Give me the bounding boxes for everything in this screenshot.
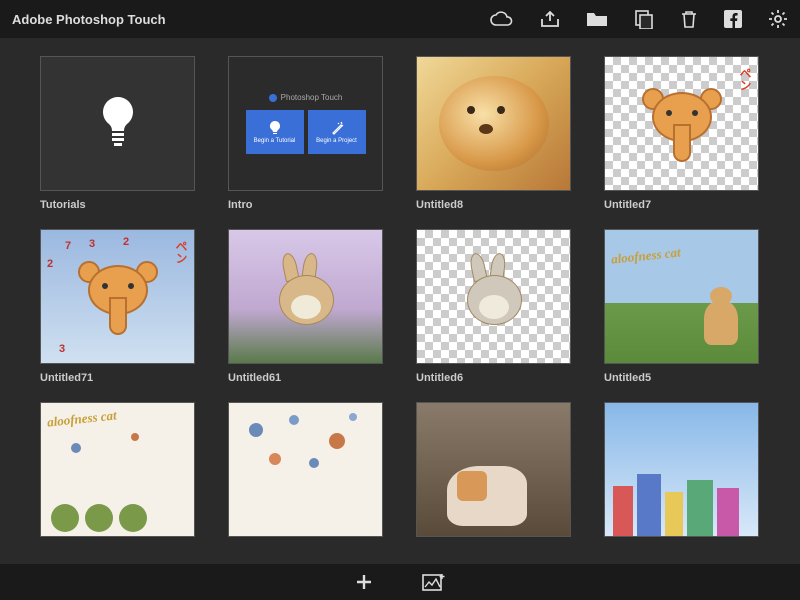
cat-graphic — [447, 466, 527, 526]
project-thumbnail[interactable]: aloofness cat — [40, 402, 195, 537]
project-thumbnail[interactable] — [604, 402, 759, 537]
settings-icon[interactable] — [768, 9, 788, 29]
project-thumbnail[interactable] — [228, 229, 383, 364]
lightbulb-icon — [93, 93, 143, 155]
project-thumbnail[interactable]: ペン — [604, 56, 759, 191]
bottom-toolbar — [0, 564, 800, 600]
project-untitled5: aloofness cat Untitled5 — [604, 229, 760, 384]
project-tutorials: Tutorials — [40, 56, 196, 211]
overlay-text: aloofness cat — [610, 244, 681, 267]
project-untitled7: ペン Untitled7 — [604, 56, 760, 211]
wand-icon — [330, 120, 344, 136]
intro-buttons: Begin a Tutorial Begin a Project — [246, 110, 366, 154]
project-row3-1: aloofness cat — [40, 402, 196, 537]
header-toolbar — [490, 9, 788, 29]
duplicate-icon[interactable] — [634, 9, 654, 29]
new-image-icon[interactable] — [422, 572, 446, 592]
add-icon[interactable] — [354, 572, 374, 592]
bunny-graphic — [261, 257, 351, 337]
project-label: Untitled6 — [416, 372, 572, 384]
bunny-graphic — [449, 257, 539, 337]
overlay-text: ペン — [173, 240, 190, 264]
project-thumbnail[interactable]: 2 7 3 2 3 ペン — [40, 229, 195, 364]
project-label: Untitled61 — [228, 372, 384, 384]
begin-project-button[interactable]: Begin a Project — [308, 110, 366, 154]
delete-icon[interactable] — [680, 9, 698, 29]
intro-thumbnail[interactable]: Photoshop Touch Begin a Tutorial Begin a… — [228, 56, 383, 191]
project-untitled8: Untitled8 — [416, 56, 572, 211]
project-row3-4 — [604, 402, 760, 537]
creative-cloud-icon[interactable] — [490, 11, 514, 27]
project-untitled61: Untitled61 — [228, 229, 384, 384]
facebook-icon[interactable] — [724, 10, 742, 28]
project-label: Untitled5 — [604, 372, 760, 384]
cat-graphic — [704, 301, 738, 345]
project-label: Untitled7 — [604, 199, 760, 211]
tutorials-thumbnail[interactable] — [40, 56, 195, 191]
project-label: Tutorials — [40, 199, 196, 211]
project-label: Intro — [228, 199, 384, 211]
project-untitled71: 2 7 3 2 3 ペン Untitled71 — [40, 229, 196, 384]
annotations: 2 7 3 2 3 — [41, 230, 194, 363]
project-untitled6: Untitled6 — [416, 229, 572, 384]
project-label: Untitled8 — [416, 199, 572, 211]
overlay-text: aloofness cat — [46, 407, 117, 430]
intro-subtitle: Photoshop Touch — [269, 93, 343, 102]
project-thumbnail[interactable] — [416, 56, 571, 191]
share-icon[interactable] — [540, 10, 560, 28]
begin-tutorial-button[interactable]: Begin a Tutorial — [246, 110, 304, 154]
project-row3-3 — [416, 402, 572, 537]
project-thumbnail[interactable] — [416, 402, 571, 537]
project-thumbnail[interactable]: aloofness cat — [604, 229, 759, 364]
project-thumbnail[interactable] — [416, 229, 571, 364]
lightbulb-small-icon — [268, 120, 282, 136]
folder-icon[interactable] — [586, 11, 608, 27]
project-grid: Tutorials Photoshop Touch Begin a Tutori… — [0, 38, 800, 537]
elephant-graphic — [642, 84, 722, 164]
app-title: Adobe Photoshop Touch — [12, 12, 490, 27]
project-thumbnail[interactable] — [228, 402, 383, 537]
header-bar: Adobe Photoshop Touch — [0, 0, 800, 38]
project-row3-2 — [228, 402, 384, 537]
overlay-text: ペン — [737, 67, 754, 91]
project-label: Untitled71 — [40, 372, 196, 384]
project-intro: Photoshop Touch Begin a Tutorial Begin a… — [228, 56, 384, 211]
